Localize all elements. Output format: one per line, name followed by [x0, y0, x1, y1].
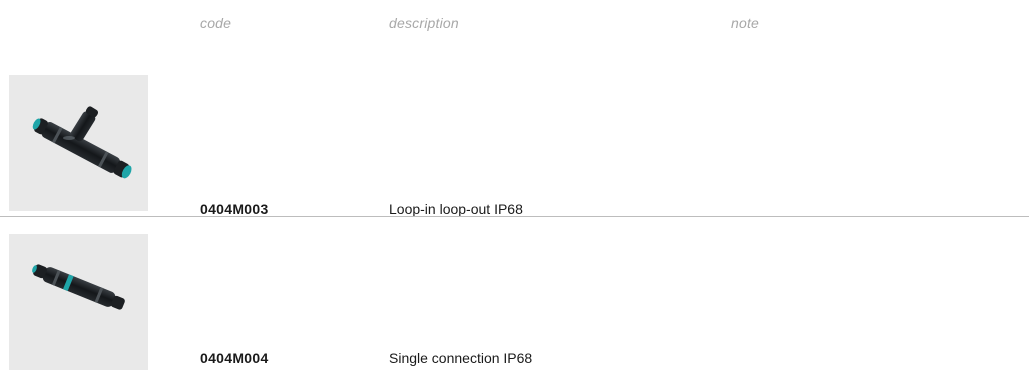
product-code: 0404M004	[200, 350, 269, 366]
table-header: code description note	[0, 15, 1029, 35]
product-description: Single connection IP68	[389, 350, 533, 366]
table-row[interactable]: 0404M003 Loop-in loop-out IP68	[0, 75, 1029, 217]
inline-connector-icon	[32, 264, 125, 310]
table-row[interactable]: 0404M004 Single connection IP68	[0, 234, 1029, 370]
product-image-tee-connector[interactable]	[9, 75, 148, 211]
column-header-note: note	[731, 15, 760, 31]
product-code: 0404M003	[200, 201, 269, 217]
product-description: Loop-in loop-out IP68	[389, 201, 523, 217]
column-header-code: code	[200, 15, 232, 31]
product-image-inline-connector[interactable]	[9, 234, 148, 370]
tee-connector-icon	[32, 106, 132, 179]
column-header-description: description	[389, 15, 459, 31]
row-divider	[0, 216, 1029, 217]
